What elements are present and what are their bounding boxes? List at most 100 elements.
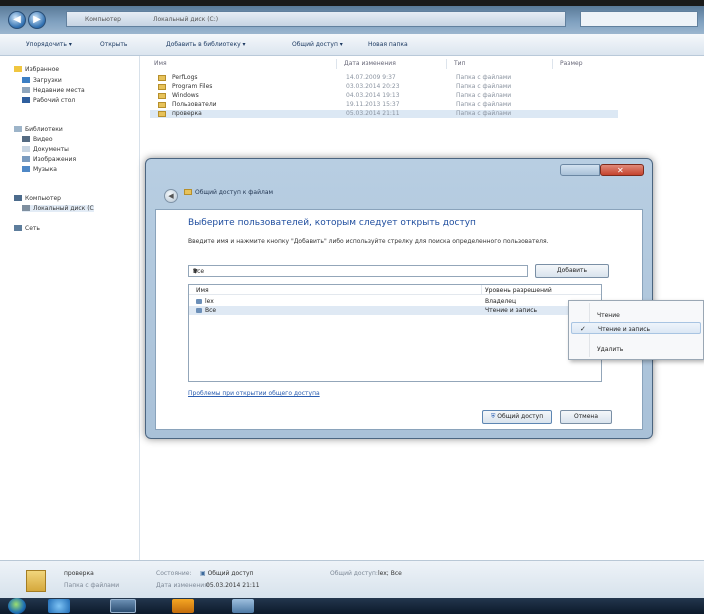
documents-icon — [22, 146, 30, 152]
folder-icon — [158, 93, 166, 99]
address-segment-computer[interactable]: Компьютер — [85, 16, 121, 23]
search-input[interactable] — [580, 11, 698, 27]
downloads-icon — [22, 77, 30, 83]
folder-icon — [158, 75, 166, 81]
menu-item-read[interactable]: Чтение — [571, 309, 701, 321]
internet-explorer-icon[interactable] — [48, 599, 70, 613]
dialog-close-button[interactable]: ✕ — [600, 164, 644, 176]
drive-icon — [22, 205, 30, 211]
checkmark-icon: ✓ — [580, 325, 586, 333]
add-user-button[interactable]: Добавить — [535, 264, 609, 278]
share-button[interactable]: ⛨ Общий доступ — [482, 410, 552, 424]
nav-recent[interactable]: Недавние места — [22, 87, 85, 94]
network-icon — [14, 225, 22, 231]
dialog-heading: Выберите пользователей, которым следует … — [188, 218, 476, 228]
computer-icon — [14, 195, 22, 201]
details-date-label: Дата изменения: — [156, 582, 210, 589]
dialog-instruction: Введите имя и нажмите кнопку "Добавить" … — [188, 238, 549, 245]
menu-item-read-write[interactable]: ✓ Чтение и запись — [571, 322, 701, 334]
chevron-down-icon[interactable]: ▼ — [193, 268, 524, 275]
permission-context-menu: Чтение ✓ Чтение и запись Удалить — [568, 300, 704, 360]
users-table: Имя Уровень разрешений lex Владелец Все … — [188, 284, 602, 382]
remote-desktop-icon[interactable] — [232, 599, 254, 613]
star-icon — [14, 66, 22, 72]
nav-libraries[interactable]: Библиотеки — [14, 126, 63, 133]
user-row[interactable]: lex Владелец — [189, 297, 601, 306]
file-row-selected[interactable]: проверка 05.03.2014 21:11 Папка с файлам… — [150, 110, 618, 118]
organize-button[interactable]: Упорядочить ▾ — [26, 41, 72, 48]
nav-favorites[interactable]: Избранное — [14, 66, 59, 73]
users-icon: ▣ — [200, 570, 208, 577]
desktop-icon — [22, 97, 30, 103]
column-header-date[interactable]: Дата изменения — [344, 60, 396, 67]
taskbar — [0, 598, 704, 614]
nav-desktop[interactable]: Рабочий стол — [22, 97, 75, 104]
dialog-minimize-button[interactable] — [560, 164, 600, 176]
column-separator[interactable] — [336, 59, 337, 69]
share-menu-button[interactable]: Общий доступ ▾ — [292, 41, 343, 48]
nav-videos[interactable]: Видео — [22, 136, 53, 143]
column-separator[interactable] — [552, 59, 553, 69]
column-header-name[interactable]: Имя — [154, 60, 167, 67]
explorer-taskbar-icon[interactable] — [110, 599, 136, 613]
user-row-selected[interactable]: Все Чтение и запись ▼ — [189, 306, 601, 315]
details-shared-with-value: lex; Все — [378, 570, 402, 577]
column-header-user-name[interactable]: Имя — [196, 287, 209, 294]
recent-places-icon — [22, 87, 30, 93]
share-folder-icon — [184, 189, 192, 195]
folder-icon — [158, 84, 166, 90]
cancel-button[interactable]: Отмена — [560, 410, 612, 424]
details-type: Папка с файлами — [64, 582, 120, 589]
details-date-value: 05.03.2014 21:11 — [206, 582, 260, 589]
file-sharing-dialog: ✕ ◀ Общий доступ к файлам Выберите польз… — [145, 158, 653, 439]
media-player-icon[interactable] — [172, 599, 194, 613]
forward-arrow-icon[interactable]: ▶ — [28, 11, 46, 29]
nav-pictures[interactable]: Изображения — [22, 156, 76, 163]
open-button[interactable]: Открыть — [100, 41, 127, 48]
user-combo-box[interactable]: Все ▼ — [188, 265, 528, 277]
close-icon: ✕ — [617, 166, 624, 175]
back-arrow-icon[interactable]: ◀ — [8, 11, 26, 29]
file-row[interactable]: Program Files 03.03.2014 20:23 Папка с ф… — [150, 83, 618, 91]
nav-network[interactable]: Сеть — [14, 225, 40, 232]
navigation-pane: Избранное Загрузки Недавние места Рабочи… — [0, 56, 140, 560]
start-button-icon[interactable] — [8, 598, 26, 614]
video-icon — [22, 136, 30, 142]
nav-local-disk[interactable]: Локальный диск (C — [22, 205, 94, 212]
folder-icon — [158, 111, 166, 117]
column-separator[interactable] — [446, 59, 447, 69]
nav-computer[interactable]: Компьютер — [14, 195, 61, 202]
music-icon — [22, 166, 30, 172]
nav-music[interactable]: Музыка — [22, 166, 57, 173]
column-header-size[interactable]: Размер — [560, 60, 583, 67]
add-to-library-button[interactable]: Добавить в библиотеку ▾ — [166, 41, 246, 48]
users-table-header: Имя Уровень разрешений — [189, 285, 601, 295]
command-bar: Упорядочить ▾ Открыть Добавить в библиот… — [0, 34, 704, 56]
folder-icon — [26, 570, 46, 592]
nav-buttons: ◀ ▶ — [8, 9, 52, 31]
details-state-value: ▣ Общий доступ — [200, 570, 254, 577]
file-row[interactable]: PerfLogs 14.07.2009 9:37 Папка с файлами — [150, 74, 618, 82]
libraries-icon — [14, 126, 22, 132]
menu-item-remove[interactable]: Удалить — [571, 343, 701, 355]
pictures-icon — [22, 156, 30, 162]
column-separator[interactable] — [481, 285, 482, 295]
address-segment-disk[interactable]: Локальный диск (C:) — [153, 16, 218, 23]
column-header-type[interactable]: Тип — [454, 60, 466, 67]
details-shared-with-label: Общий доступ: — [330, 570, 378, 577]
group-icon — [196, 308, 202, 313]
file-row[interactable]: Пользователи 19.11.2013 15:37 Папка с фа… — [150, 101, 618, 109]
new-folder-button[interactable]: Новая папка — [368, 41, 408, 48]
nav-downloads[interactable]: Загрузки — [22, 77, 62, 84]
dialog-title: Общий доступ к файлам — [184, 189, 273, 196]
sharing-help-link[interactable]: Проблемы при открытии общего доступа — [188, 390, 320, 397]
file-row[interactable]: Windows 04.03.2014 19:13 Папка с файлами — [150, 92, 618, 100]
dialog-back-icon[interactable]: ◀ — [164, 189, 178, 203]
details-state-label: Состояние: — [156, 570, 192, 577]
user-icon — [196, 299, 202, 304]
column-header-permission-level[interactable]: Уровень разрешений — [485, 287, 552, 294]
nav-documents[interactable]: Документы — [22, 146, 69, 153]
address-bar[interactable]: Компьютер Локальный диск (C:) — [66, 11, 566, 27]
details-name: проверка — [64, 570, 94, 577]
details-pane: проверка Папка с файлами Состояние: ▣ Об… — [0, 560, 704, 598]
